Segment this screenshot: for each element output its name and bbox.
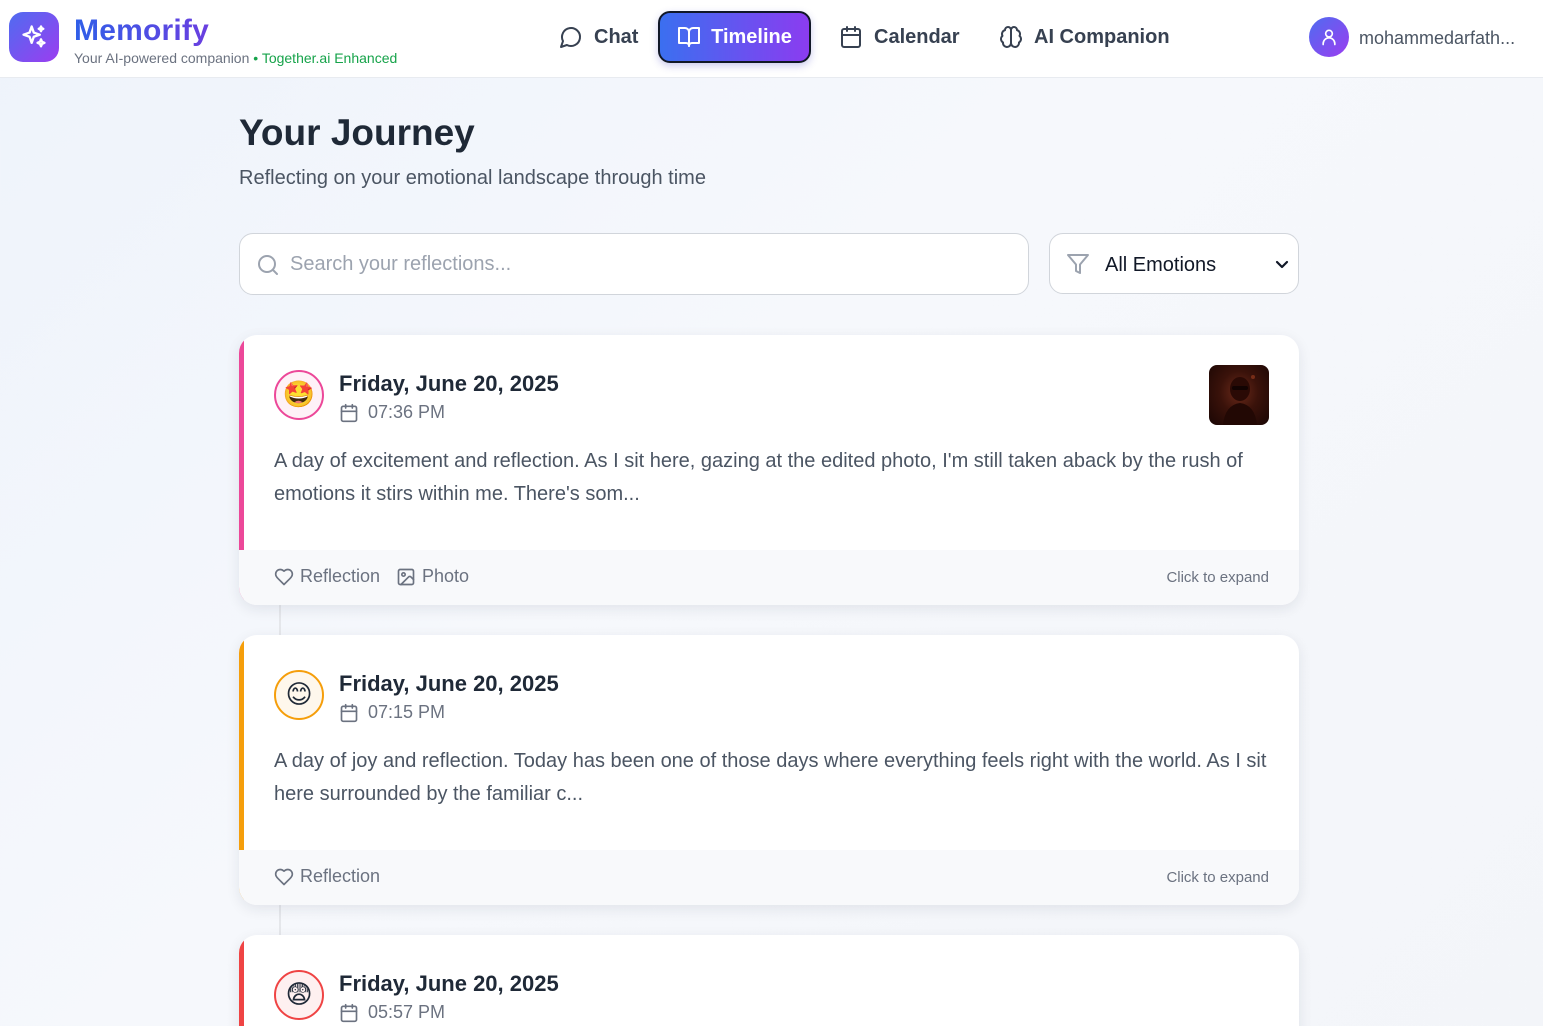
page-title: Your Journey [239, 112, 475, 153]
nav-ai-label: AI Companion [1034, 25, 1170, 48]
image-icon [396, 567, 416, 587]
brain-icon [998, 24, 1024, 50]
calendar-icon [838, 24, 864, 50]
emotion-emoji: 🤩 [274, 370, 324, 420]
heart-icon [274, 867, 294, 887]
entry-time: 05:57 PM [368, 1002, 446, 1022]
calendar-icon [339, 403, 359, 423]
nav-ai-companion[interactable]: AI Companion [978, 11, 1190, 63]
search-box[interactable] [239, 233, 1029, 295]
nav-calendar-label: Calendar [874, 25, 960, 48]
entry-date: Friday, June 20, 2025 [339, 971, 559, 996]
filter-icon [1066, 252, 1090, 276]
tag-reflection: Reflection [274, 866, 380, 887]
calendar-icon [339, 1003, 359, 1023]
entry-time-row: 05:57 PM [339, 1002, 445, 1023]
tag-reflection: Reflection [274, 566, 380, 587]
chat-bubble-icon [558, 24, 584, 50]
nav-timeline[interactable]: Timeline [658, 11, 811, 63]
nav-chat-label: Chat [594, 25, 639, 48]
journal-entry-card[interactable]: 😨 Friday, June 20, 2025 05:57 PM [239, 935, 1299, 1026]
user-avatar[interactable] [1309, 17, 1349, 57]
user-name[interactable]: mohammedarfath... [1359, 28, 1515, 49]
entry-preview-text: A day of excitement and reflection. As I… [274, 450, 1243, 505]
heart-icon [274, 567, 294, 587]
emotion-accent-bar [239, 935, 244, 1026]
journal-entry-card[interactable]: 😊 Friday, June 20, 2025 07:15 PM A day o… [239, 635, 1299, 905]
tag-label: Photo [422, 566, 470, 586]
entry-photo-thumbnail[interactable] [1209, 365, 1269, 425]
tag-photo: Photo [396, 566, 469, 587]
click-to-expand[interactable]: Click to expand [1166, 569, 1269, 586]
emotion-emoji: 😨 [274, 970, 324, 1020]
entry-date: Friday, June 20, 2025 [339, 671, 559, 696]
nav-calendar[interactable]: Calendar [818, 11, 980, 63]
book-open-icon [677, 24, 701, 50]
click-to-expand[interactable]: Click to expand [1166, 869, 1269, 886]
entry-footer: Reflection Photo Click to expand [239, 550, 1299, 605]
brand-name[interactable]: Memorify [74, 14, 209, 48]
tagline-text: Your AI-powered companion [74, 50, 250, 66]
sparkles-icon[interactable] [9, 12, 59, 62]
entry-footer: Reflection Click to expand [239, 850, 1299, 905]
nav-timeline-label: Timeline [711, 25, 792, 48]
entry-preview-text: A day of joy and reflection. Today has b… [274, 750, 1267, 805]
brand-tagline: Your AI-powered companion • Together.ai … [74, 50, 397, 66]
emotion-emoji: 😊 [274, 670, 324, 720]
enhanced-badge: Together.ai Enhanced [261, 50, 398, 66]
chevron-down-icon [1274, 256, 1290, 272]
calendar-icon [339, 703, 359, 723]
top-header: Memorify Your AI-powered companion • Tog… [0, 0, 1543, 78]
search-icon [256, 253, 280, 277]
tag-label: Reflection [300, 566, 381, 586]
entry-time: 07:15 PM [368, 702, 446, 722]
entry-date: Friday, June 20, 2025 [339, 371, 559, 396]
tag-label: Reflection [300, 866, 381, 886]
page-subtitle: Reflecting on your emotional landscape t… [239, 167, 706, 189]
entry-time-row: 07:36 PM [339, 402, 445, 423]
user-icon [1322, 29, 1336, 46]
nav-chat[interactable]: Chat [538, 11, 658, 63]
journal-entry-card[interactable]: 🤩 Friday, June 20, 2025 07:36 PM A day o… [239, 335, 1299, 605]
entry-time-row: 07:15 PM [339, 702, 445, 723]
entry-time: 07:36 PM [368, 402, 446, 422]
filter-selected-value: All Emotions [1105, 254, 1217, 276]
emotion-filter-select[interactable]: All Emotions [1049, 233, 1299, 294]
search-input[interactable] [290, 244, 1010, 284]
tagline-separator: • [249, 50, 262, 66]
